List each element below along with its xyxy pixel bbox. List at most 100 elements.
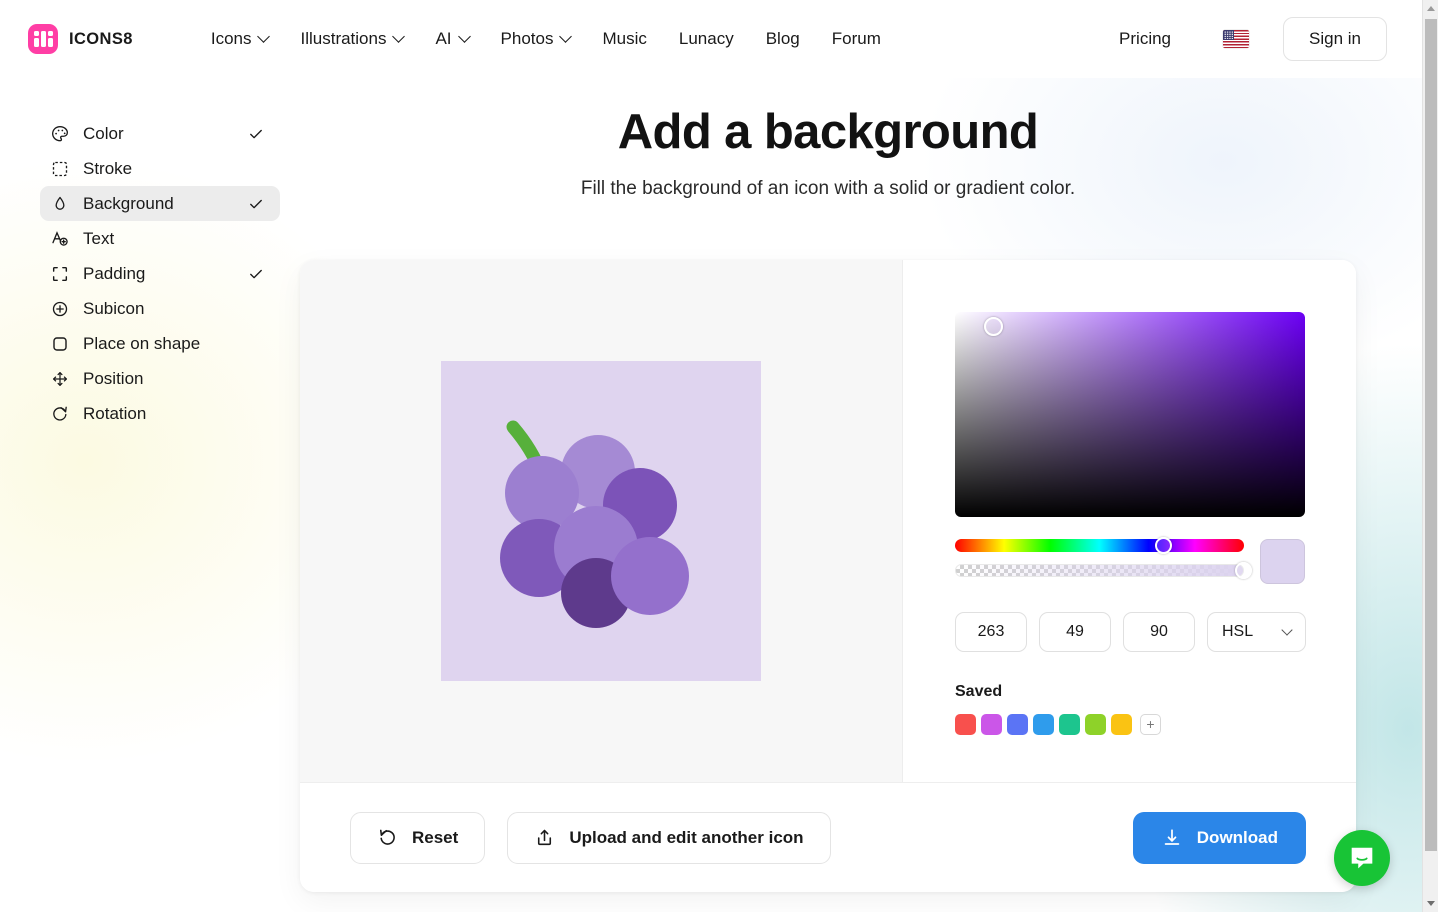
reset-button-label: Reset [412,827,459,847]
chevron-down-icon [392,29,406,43]
us-flag-icon[interactable] [1223,30,1250,48]
editor-card-footer: Reset Upload and edit another icon Downl… [300,782,1356,892]
page-scrollbar[interactable] [1422,0,1438,912]
hue-slider-handle[interactable] [1154,537,1172,554]
saturation-value-handle[interactable] [984,317,1003,336]
sidebar-item-place-on-shape[interactable]: Place on shape [40,326,280,361]
sidebar-item-label: Text [83,228,115,248]
chevron-down-icon [257,29,271,43]
chevron-down-icon [457,29,471,43]
sidebar-item-label: Place on shape [83,333,201,353]
color-mode-select[interactable]: HSL [1207,612,1306,652]
nav-item-forum[interactable]: Forum [816,21,897,57]
sidebar-item-label: Background [83,193,174,213]
chevron-down-icon [1281,624,1293,636]
download-button-label: Download [1196,827,1278,847]
grapes-icon [500,420,689,628]
check-icon [250,199,262,208]
download-button[interactable]: Download [1132,811,1306,864]
reset-button[interactable]: Reset [350,811,486,864]
nav-item-label: Blog [765,29,800,48]
top-navigation-bar: ICONS8 Icons Illustrations AI Photos Mus… [0,0,1422,78]
nav-item-ai[interactable]: AI [419,21,484,57]
saved-color-swatch[interactable] [1007,714,1028,735]
color-value-fields: 263 49 90 HSL [955,612,1306,652]
scroll-down-arrow-icon[interactable] [1423,895,1438,912]
saved-color-swatch[interactable] [1059,714,1080,735]
sliders-group [955,537,1252,579]
hue-slider[interactable] [955,537,1244,554]
saved-colors-row: + [955,714,1306,735]
nav-item-label: Photos [500,29,554,48]
brand-logo[interactable]: ICONS8 [28,24,133,54]
nav-item-label: Lunacy [678,29,734,48]
sidebar-item-color[interactable]: Color [40,116,280,151]
crop-corners-icon [52,266,68,281]
check-icon [250,129,262,138]
upload-another-icon-button[interactable]: Upload and edit another icon [507,811,831,864]
nav-item-illustrations[interactable]: Illustrations [284,21,419,57]
saved-color-swatch[interactable] [1085,714,1106,735]
icon-preview-pane [300,260,903,782]
upload-icon [538,829,552,846]
add-saved-color-button[interactable]: + [1140,714,1161,735]
saved-color-swatch[interactable] [981,714,1002,735]
saved-color-swatch[interactable] [1033,714,1054,735]
editor-card-body: 263 49 90 HSL Saved + [300,260,1356,782]
sidebar-item-position[interactable]: Position [40,361,280,396]
editor-options-sidebar: Color Stroke Background Text Padding Sub… [40,116,280,431]
nav-item-label: AI [435,29,452,48]
sidebar-item-label: Rotation [83,403,147,423]
saved-color-swatch[interactable] [1111,714,1132,735]
sign-in-button[interactable]: Sign in [1283,17,1387,61]
sidebar-item-stroke[interactable]: Stroke [40,151,280,186]
hue-input[interactable]: 263 [955,612,1027,652]
nav-item-label: Illustrations [300,29,387,48]
alpha-slider[interactable] [955,562,1252,579]
nav-item-label: Icons [210,29,252,48]
palette-icon [51,125,69,141]
sidebar-item-label: Subicon [83,298,145,318]
nav-item-photos[interactable]: Photos [485,21,587,57]
sidebar-item-subicon[interactable]: Subicon [40,291,280,326]
page-subtitle: Fill the background of an icon with a so… [580,178,1076,200]
nav-item-blog[interactable]: Blog [750,21,816,57]
page-title: Add a background [617,105,1039,159]
editor-card: 263 49 90 HSL Saved + Reset Upload and e… [300,260,1356,892]
sidebar-item-text[interactable]: Text [40,221,280,256]
sidebar-item-background[interactable]: Background [40,186,280,221]
chat-bubble-icon [1351,847,1373,869]
sidebar-item-padding[interactable]: Padding [40,256,280,291]
saved-color-swatch[interactable] [955,714,976,735]
saturation-value-area[interactable] [955,312,1305,517]
scroll-up-arrow-icon[interactable] [1423,0,1438,17]
rotate-icon [53,406,67,421]
nav-item-pricing[interactable]: Pricing [1105,21,1185,57]
sidebar-item-label: Padding [83,263,146,283]
dashed-square-icon [52,161,68,176]
nav-right-group: Pricing Sign in [1105,17,1422,61]
rounded-square-icon [53,336,67,351]
sidebar-item-label: Stroke [83,158,133,178]
nav-links: Icons Illustrations AI Photos Music Luna… [195,21,897,57]
nav-item-lunacy[interactable]: Lunacy [663,21,750,57]
lightness-input[interactable]: 90 [1123,612,1195,652]
saved-colors-label: Saved [955,683,1003,700]
hero-section: Add a background Fill the background of … [300,104,1356,200]
brand-name: ICONS8 [69,29,133,48]
slider-row [955,537,1306,584]
check-icon [250,269,262,278]
sidebar-item-label: Color [83,123,124,143]
reset-icon [379,829,395,845]
alpha-slider-handle[interactable] [1234,562,1252,579]
saturation-input[interactable]: 49 [1039,612,1111,652]
nav-item-icons[interactable]: Icons [195,21,285,57]
icon-preview-canvas[interactable] [441,361,761,681]
nav-item-music[interactable]: Music [586,21,662,57]
sidebar-item-rotation[interactable]: Rotation [40,396,280,431]
scrollbar-thumb[interactable] [1425,19,1437,851]
page-root: ICONS8 Icons Illustrations AI Photos Mus… [0,0,1438,912]
color-picker-pane: 263 49 90 HSL Saved + [903,260,1356,782]
color-mode-value: HSL [1222,623,1254,640]
intercom-chat-button[interactable] [1334,830,1390,886]
